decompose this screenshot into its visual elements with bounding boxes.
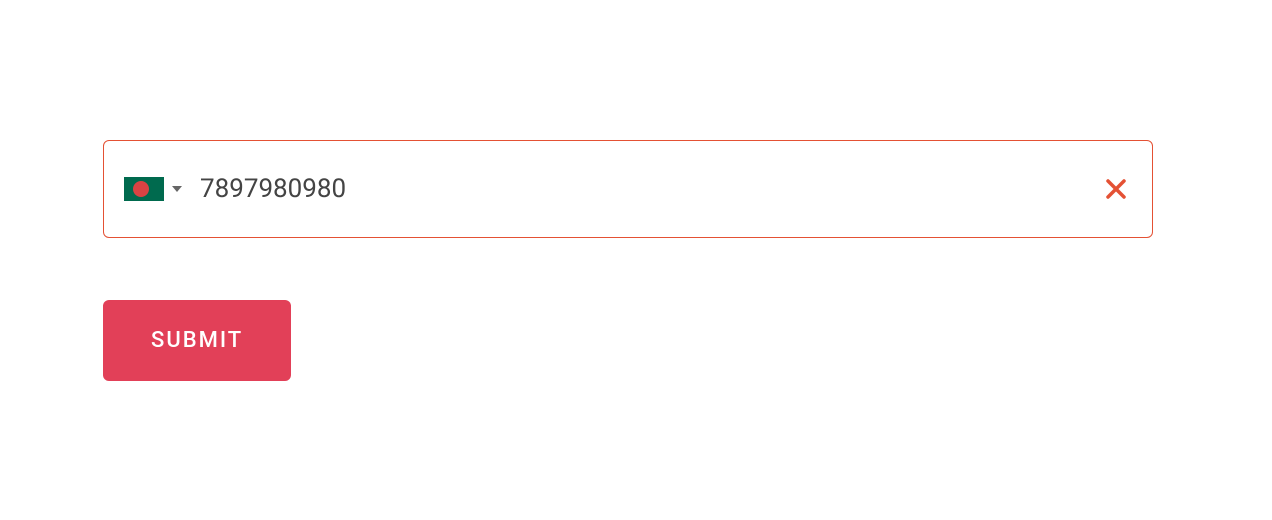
country-selector[interactable]	[124, 177, 182, 201]
phone-input[interactable]	[200, 174, 1100, 204]
flag-circle	[133, 181, 149, 197]
close-icon	[1104, 177, 1128, 201]
submit-button[interactable]: SUBMIT	[103, 300, 291, 381]
phone-form: SUBMIT	[103, 140, 1153, 381]
chevron-down-icon	[172, 186, 182, 192]
clear-button[interactable]	[1100, 173, 1132, 205]
phone-input-wrapper	[103, 140, 1153, 238]
flag-bangladesh-icon	[124, 177, 164, 201]
